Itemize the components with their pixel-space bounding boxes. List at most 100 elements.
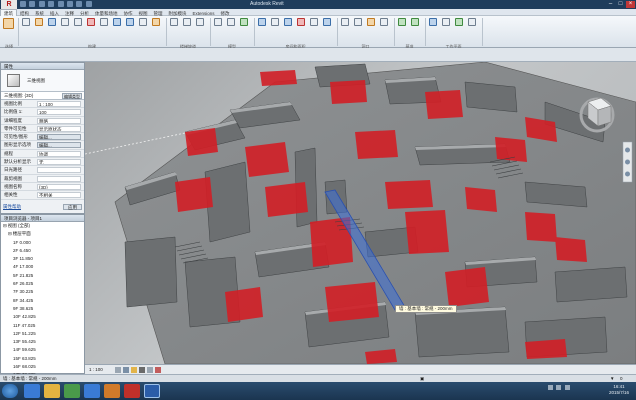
- property-value[interactable]: 100: [37, 109, 81, 116]
- temporary-hide-icon[interactable]: [155, 367, 161, 373]
- minimize-button[interactable]: –: [606, 1, 615, 8]
- vertical-opening-button[interactable]: [379, 18, 389, 31]
- tree-item[interactable]: 7F 30.225: [1, 288, 84, 296]
- clock[interactable]: 16:41 2015/7/16: [604, 384, 634, 396]
- level-button[interactable]: [397, 18, 407, 31]
- ceiling-button[interactable]: [99, 18, 109, 31]
- print-icon[interactable]: [57, 1, 64, 7]
- curtain-system-button[interactable]: [125, 18, 135, 31]
- undo-icon[interactable]: [38, 1, 45, 7]
- room-separator-button[interactable]: [270, 18, 280, 31]
- shaft-button[interactable]: [353, 18, 363, 31]
- properties-help-link[interactable]: 属性帮助: [3, 204, 21, 209]
- tree-item[interactable]: 1F 0.000: [1, 239, 84, 247]
- property-value[interactable]: 1 : 100: [37, 101, 81, 107]
- tree-toggle-icon[interactable]: ⊟: [8, 231, 12, 236]
- open-icon[interactable]: [20, 1, 26, 7]
- view-scale[interactable]: 1 : 100: [89, 367, 103, 372]
- component-button[interactable]: [60, 18, 70, 31]
- tree-item[interactable]: 5F 21.825: [1, 272, 84, 280]
- property-value[interactable]: 无: [37, 159, 81, 166]
- explorer-icon[interactable]: [44, 384, 60, 398]
- maximize-button[interactable]: □: [616, 1, 625, 8]
- window-button[interactable]: [47, 18, 57, 31]
- area-button[interactable]: [296, 18, 306, 31]
- property-value[interactable]: 显示原状态: [37, 125, 81, 132]
- save-icon[interactable]: [29, 1, 36, 7]
- input-icon[interactable]: [564, 385, 570, 390]
- navigation-bar[interactable]: [622, 141, 633, 183]
- model-group-button[interactable]: [239, 18, 249, 31]
- tree-item[interactable]: ⊟视图 (全部): [1, 222, 84, 230]
- volume-icon[interactable]: [556, 385, 562, 390]
- column-button[interactable]: [73, 18, 83, 31]
- door-button[interactable]: [34, 18, 44, 31]
- by-face-button[interactable]: [340, 18, 350, 31]
- tree-item[interactable]: 6F 26.025: [1, 280, 84, 288]
- tree-item[interactable]: 8F 34.425: [1, 297, 84, 305]
- model-canvas[interactable]: [85, 62, 636, 364]
- tree-item[interactable]: 15F 63.825: [1, 355, 84, 363]
- steering-wheel-icon[interactable]: [625, 147, 630, 153]
- tree-item[interactable]: 4F 17.000: [1, 263, 84, 271]
- modify-button[interactable]: [2, 18, 15, 31]
- grid-button[interactable]: [410, 18, 420, 31]
- property-edit-button[interactable]: 编辑...: [37, 134, 81, 141]
- model-text-button[interactable]: [213, 18, 223, 31]
- tree-item[interactable]: 14F 59.625: [1, 346, 84, 354]
- property-value[interactable]: {3D}: [37, 183, 81, 190]
- app-icon-6[interactable]: [124, 384, 140, 398]
- property-value[interactable]: 不相关: [37, 192, 81, 199]
- app-icon-4[interactable]: [84, 384, 100, 398]
- zoom-icon[interactable]: [625, 159, 630, 165]
- room-button[interactable]: [257, 18, 267, 31]
- system-tray[interactable]: [548, 385, 598, 395]
- ramp-button[interactable]: [182, 18, 192, 31]
- tag-room-button[interactable]: [283, 18, 293, 31]
- roof-button[interactable]: [86, 18, 96, 31]
- pan-icon[interactable]: [625, 171, 630, 177]
- app-icon-5[interactable]: [104, 384, 120, 398]
- property-value[interactable]: [37, 167, 81, 174]
- instance-selector[interactable]: 三维视图: {3D} 编辑类型: [1, 92, 84, 100]
- curtain-grid-button[interactable]: [138, 18, 148, 31]
- tree-item[interactable]: 13F 55.425: [1, 338, 84, 346]
- tree-item[interactable]: 2F 6.450: [1, 247, 84, 255]
- visual-style-icon[interactable]: [123, 367, 129, 373]
- filter-icon[interactable]: ▼: [610, 375, 614, 382]
- crop-view-icon[interactable]: [147, 367, 153, 373]
- revit-taskbar-icon[interactable]: [144, 384, 160, 398]
- media-icon[interactable]: [64, 384, 80, 398]
- floor-button[interactable]: [112, 18, 122, 31]
- tag-area-button[interactable]: [322, 18, 332, 31]
- viewer-button[interactable]: [467, 18, 477, 31]
- stair-button[interactable]: [195, 18, 205, 31]
- apply-button[interactable]: 应用: [63, 204, 82, 210]
- tree-item[interactable]: 16F 68.025: [1, 363, 84, 371]
- section-icon[interactable]: [85, 1, 92, 7]
- wall-button[interactable]: [21, 18, 31, 31]
- 3d-viewport[interactable]: 墙 : 基本墙 : 常规 - 200mm: [85, 62, 636, 364]
- start-button[interactable]: [2, 384, 18, 398]
- ie-icon[interactable]: [24, 384, 40, 398]
- tree-item[interactable]: 3F 11.850: [1, 255, 84, 263]
- edit-type-button[interactable]: 编辑类型: [62, 93, 82, 99]
- property-value[interactable]: 粗略: [37, 117, 81, 124]
- application-menu-button[interactable]: R: [1, 0, 17, 9]
- redo-icon[interactable]: [48, 1, 55, 7]
- model-line-button[interactable]: [226, 18, 236, 31]
- tree-item[interactable]: 9F 38.625: [1, 305, 84, 313]
- workset-icon[interactable]: ▣: [420, 375, 424, 382]
- 3d-view-icon[interactable]: [76, 1, 83, 7]
- tree-toggle-icon[interactable]: ⊟: [3, 223, 7, 228]
- close-button[interactable]: ×: [626, 1, 635, 8]
- shadows-icon[interactable]: [139, 367, 145, 373]
- tree-item[interactable]: 10F 42.825: [1, 313, 84, 321]
- measure-icon[interactable]: [66, 1, 73, 7]
- tab-0[interactable]: 建筑: [0, 9, 17, 16]
- network-icon[interactable]: [548, 385, 553, 390]
- show-workplane-button[interactable]: [441, 18, 451, 31]
- mullion-button[interactable]: [151, 18, 161, 31]
- detail-level-icon[interactable]: [115, 367, 121, 373]
- tree-item[interactable]: 12F 51.225: [1, 330, 84, 338]
